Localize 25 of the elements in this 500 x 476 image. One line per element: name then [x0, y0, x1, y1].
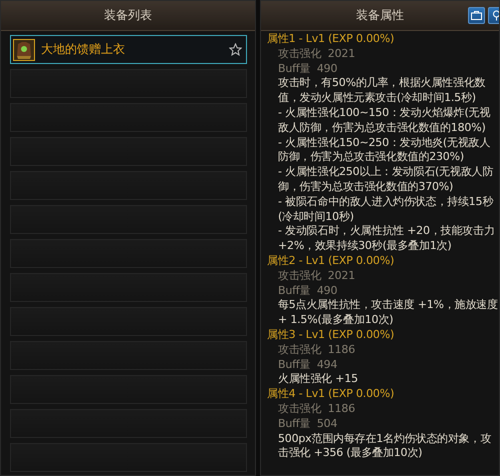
- effect-text: - 火属性强化100~150：发动火焰爆炸(无视敌人防御，伤害为总攻击强化数值的180%): [277, 106, 492, 136]
- effect-text: 攻击时，有50%的几率，根据火属性强化数值，发动火属性元素攻击(冷却时间1.5秒): [277, 76, 486, 106]
- panel-title: 装备列表: [104, 7, 152, 24]
- item-name: 大地的馈赠上衣: [41, 41, 126, 58]
- attribute-title: 属性4 - Lv1 (EXP 0.00%): [267, 387, 396, 402]
- effect-text: - 火属性强化250以上：发动陨石(无视敌人防御，伤害为总攻击强化数值的370%): [277, 165, 494, 195]
- attribute-title: 属性2 - Lv1 (EXP 0.00%): [267, 254, 396, 269]
- panel-title: 装备属性: [356, 7, 404, 24]
- stat-line: 攻击强化 2021: [277, 46, 356, 62]
- stat-line: Buff量 504: [277, 416, 338, 432]
- effect-text: - 发动陨石时，火属性抗性 +20，技能攻击力 +2%，效果持续30秒(最多叠加1次): [277, 224, 496, 254]
- stat-line: 攻击强化 1186: [277, 342, 356, 358]
- effect-text: - 火属性强化150~250：发动地炎(无视敌人防御，伤害为总攻击强化数值的230%): [277, 136, 492, 166]
- stat-line: Buff量 490: [277, 62, 338, 76]
- item-slot[interactable]: 大地的馈赠上衣: [10, 35, 247, 64]
- stat-line: Buff量 490: [277, 284, 338, 298]
- effect-text: - 被陨石命中的敌人进入灼伤状态，持续15秒(冷却时间10秒): [277, 194, 494, 224]
- stat-line: 攻击强化 1186: [277, 402, 356, 417]
- stat-line: Buff量 494: [277, 358, 338, 372]
- stat-line: 攻击强化 2021: [277, 268, 356, 284]
- attribute-title: 属性1 - Lv1 (EXP 0.00%): [267, 32, 396, 47]
- effect-text: 500px范围内每存在1名灼伤状态的对象，攻击强化 +356 (最多叠加10次): [277, 432, 492, 462]
- effect-text: 每5点火属性抗性，攻击速度 +1%，施放速度+ 1.5%(最多叠加10次): [277, 298, 498, 328]
- effect-text: 火属性强化 +15: [277, 372, 359, 388]
- attribute-title: 属性3 - Lv1 (EXP 0.00%): [267, 328, 396, 343]
